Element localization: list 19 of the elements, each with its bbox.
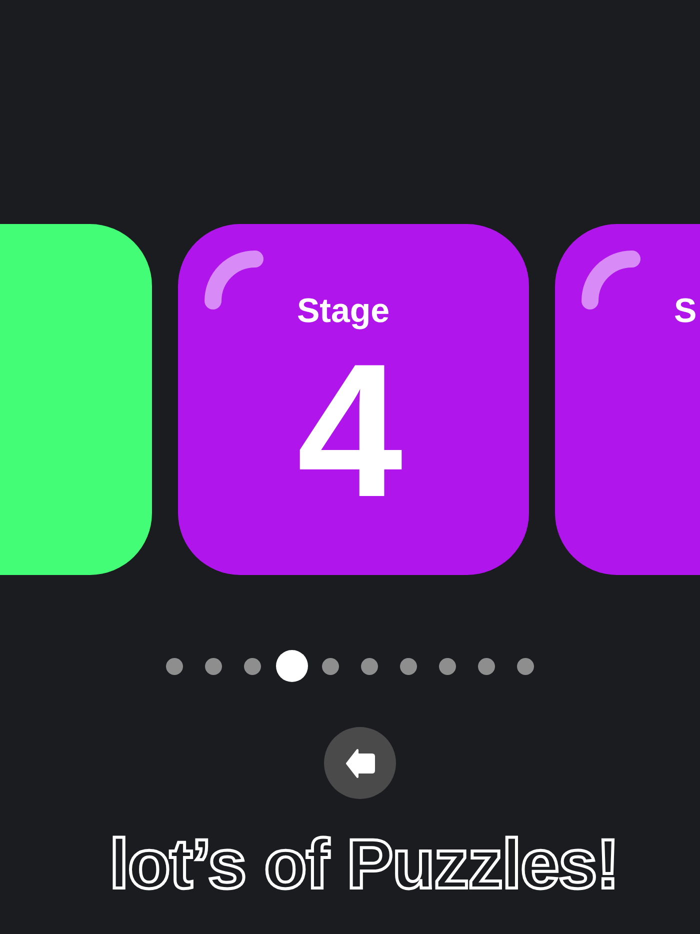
page-dot-icon[interactable] [322, 658, 339, 674]
back-arrow-icon [345, 748, 375, 778]
stage-card[interactable]: S [555, 224, 700, 575]
stage-card[interactable]: Stage 4 [178, 224, 529, 575]
promo-headline: lot’s of Puzzles! [109, 829, 619, 899]
stage-number: 4 [297, 336, 403, 526]
stage-label: S [674, 294, 697, 328]
page-dot-icon[interactable] [361, 658, 378, 674]
page-dot-icon[interactable] [400, 658, 417, 674]
stage-label: Stage [297, 294, 390, 328]
page-dot-icon[interactable] [205, 658, 222, 674]
page-dot-icon[interactable] [478, 658, 495, 674]
page-dot-icon[interactable] [166, 658, 183, 674]
page-dot-icon[interactable] [276, 650, 308, 682]
gloss-arc-icon [204, 250, 264, 310]
gloss-arc-icon [581, 250, 641, 310]
page-dot-icon[interactable] [439, 658, 456, 674]
page-dot-icon[interactable] [244, 658, 261, 674]
page-dot-icon[interactable] [517, 658, 534, 674]
